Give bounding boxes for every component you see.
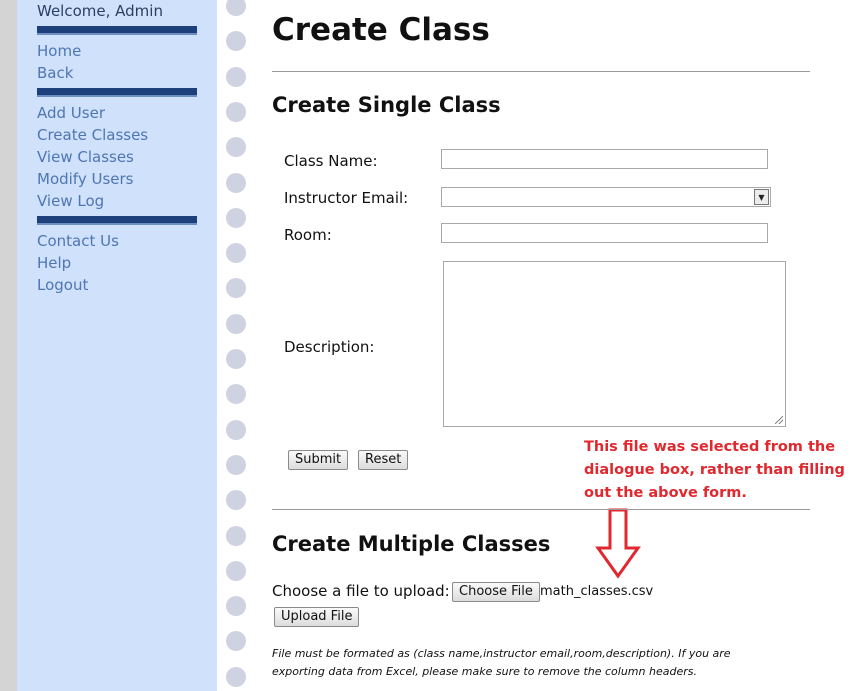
binder-hole	[226, 243, 246, 264]
divider	[272, 71, 810, 72]
annotation-callout: This file was selected from the dialogue…	[584, 439, 845, 501]
binder-hole	[226, 631, 246, 652]
divider	[272, 509, 810, 510]
down-arrow-icon	[595, 508, 641, 579]
selected-file-name: math_classes.csv	[540, 584, 654, 599]
sidebar-link-create-classes[interactable]: Create Classes	[37, 125, 148, 145]
binder-hole	[226, 137, 246, 158]
sidebar-divider	[37, 88, 197, 97]
binder-hole	[226, 0, 246, 16]
format-note: File must be formated as (class name,ins…	[272, 647, 731, 678]
upload-file-button[interactable]: Upload File	[274, 607, 360, 627]
notebook-binder	[217, 0, 254, 691]
choose-file-button[interactable]: Choose File	[452, 582, 540, 602]
binder-hole	[226, 490, 246, 511]
page-title: Create Class	[272, 12, 490, 48]
binder-hole	[226, 666, 246, 687]
class-name-label: Class Name:	[284, 152, 378, 170]
binder-hole	[226, 419, 246, 440]
sidebar-link-modify-users[interactable]: Modify Users	[37, 169, 133, 189]
reset-button[interactable]: Reset	[358, 450, 409, 470]
sidebar-divider	[37, 216, 197, 225]
sidebar-divider	[37, 26, 197, 35]
sidebar-link-view-log[interactable]: View Log	[37, 191, 104, 211]
main-content: Create Class Create Single Class Class N…	[254, 0, 855, 691]
sidebar-link-help[interactable]: Help	[37, 253, 71, 273]
left-edge	[0, 0, 17, 691]
binder-hole	[226, 31, 246, 52]
sidebar: Welcome, Admin Home Back Add User Create…	[17, 0, 217, 691]
binder-hole	[226, 349, 246, 369]
binder-hole	[226, 560, 246, 581]
sidebar-link-back[interactable]: Back	[37, 63, 73, 83]
binder-hole	[226, 384, 246, 405]
binder-hole	[226, 66, 246, 87]
binder-hole	[226, 313, 246, 334]
binder-hole	[226, 596, 246, 617]
binder-hole	[226, 454, 246, 475]
section-heading-multiple: Create Multiple Classes	[272, 532, 551, 556]
instructor-email-label: Instructor Email:	[284, 189, 409, 207]
instructor-email-select[interactable]: ▼	[441, 187, 771, 207]
sidebar-link-contact-us[interactable]: Contact Us	[37, 231, 119, 251]
sidebar-link-add-user[interactable]: Add User	[37, 103, 105, 123]
sidebar-link-logout[interactable]: Logout	[37, 275, 88, 295]
binder-hole	[226, 207, 246, 228]
class-name-input[interactable]	[441, 149, 768, 169]
sidebar-link-view-classes[interactable]: View Classes	[37, 147, 134, 167]
upload-label: Choose a file to upload:	[272, 582, 450, 600]
description-textarea[interactable]	[443, 261, 786, 427]
section-heading-single: Create Single Class	[272, 93, 501, 117]
binder-hole	[226, 101, 246, 122]
room-input[interactable]	[441, 223, 768, 243]
welcome-text: Welcome, Admin	[37, 2, 163, 20]
room-label: Room:	[284, 226, 332, 244]
description-label: Description:	[284, 338, 375, 356]
binder-hole	[226, 278, 246, 299]
submit-button[interactable]: Submit	[288, 450, 349, 470]
sidebar-link-home[interactable]: Home	[37, 41, 81, 61]
chevron-down-icon[interactable]: ▼	[754, 189, 769, 205]
binder-hole	[226, 172, 246, 193]
resize-grip-icon[interactable]	[775, 416, 783, 424]
binder-hole	[226, 525, 246, 546]
